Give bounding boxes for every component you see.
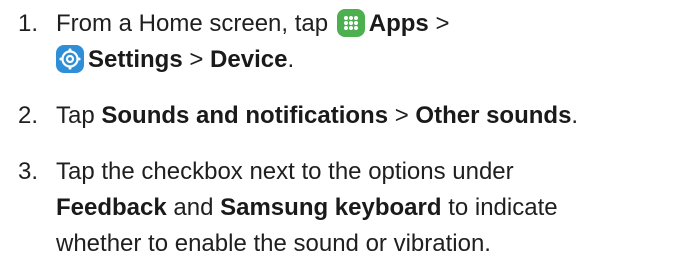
period: . [571,102,579,129]
step-line: Tap the checkbox next to the options und… [56,158,514,185]
step-number: 2. [18,102,39,129]
period: . [287,46,295,73]
step-line: Settings > Device. [56,42,676,78]
step-number: 3. [18,158,39,185]
step-text: Tap Sounds and notifications > Other sou… [56,98,676,134]
apps-label: Apps [368,10,429,37]
separator: > [189,46,204,73]
separator: > [394,102,409,129]
step-text-segment: Tap [56,102,95,129]
step-line: Feedback and Samsung keyboard to indicat… [56,190,676,226]
step-text-segment: From a Home screen, tap [56,10,329,37]
apps-icon [336,9,365,37]
step-text-segment: to indicate [448,194,558,221]
sounds-notifications-label: Sounds and notifications [101,102,389,129]
step-line: Tap Sounds and notifications > Other sou… [56,98,676,134]
samsung-keyboard-label: Samsung keyboard [220,194,442,221]
step-number: 1. [18,10,39,37]
step-text-segment: and [173,194,214,221]
device-label: Device [210,46,288,73]
separator: > [435,10,450,37]
step-line: whether to enable the sound or vibration… [56,230,491,257]
step-line: From a Home screen, tap Apps > [56,6,676,42]
settings-label: Settings [88,46,183,73]
feedback-label: Feedback [56,194,167,221]
step-text: Tap the checkbox next to the options und… [56,154,676,262]
settings-icon [56,45,84,73]
step-text: From a Home screen, tap Apps > Settings … [56,6,676,78]
other-sounds-label: Other sounds [415,102,572,129]
